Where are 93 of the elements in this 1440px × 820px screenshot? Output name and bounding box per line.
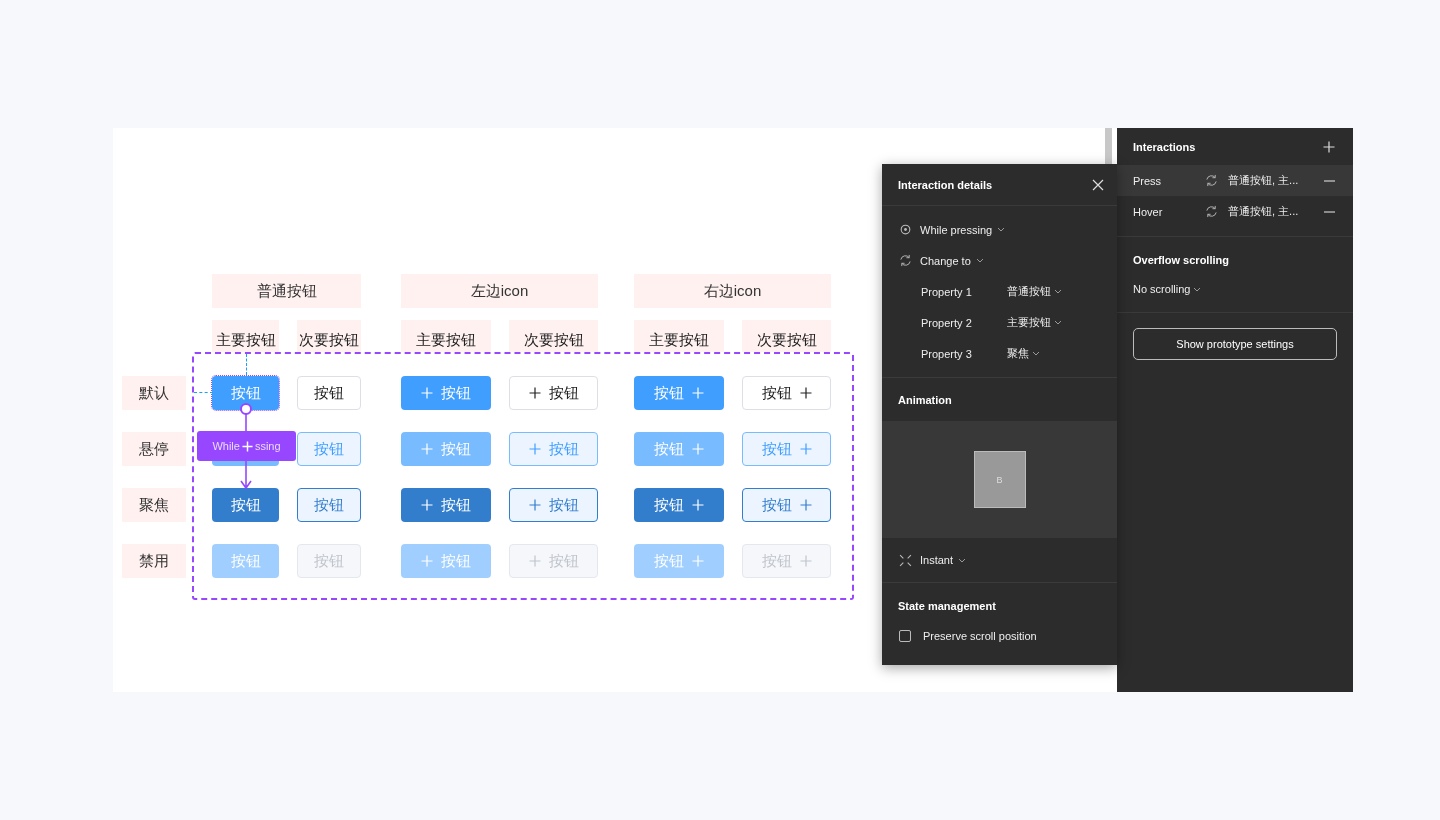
chevron-icon	[958, 557, 967, 563]
preview-frame: B	[973, 451, 1026, 508]
add-icon[interactable]	[1323, 140, 1335, 153]
plus-icon	[241, 440, 253, 452]
sample-button[interactable]: 按钮	[509, 376, 598, 410]
sample-button[interactable]: 按钮	[742, 432, 831, 466]
chevron-icon	[997, 227, 1006, 232]
overflow-dropdown[interactable]: No scrolling	[1133, 283, 1191, 295]
column-header: 次要按钮	[297, 320, 361, 352]
collapse-icon	[899, 553, 912, 567]
column-header: 主要按钮	[212, 320, 279, 352]
plus-icon	[421, 443, 433, 455]
sample-button[interactable]: 按钮	[509, 488, 598, 522]
chevron-icon	[1193, 286, 1202, 292]
section-title: Overflow scrolling	[1133, 254, 1230, 266]
remove-icon[interactable]	[1324, 179, 1335, 182]
sample-button[interactable]: 按钮	[509, 432, 598, 466]
label-text: While	[212, 440, 240, 452]
action-summary: 普通按钮, 主...	[1228, 204, 1300, 219]
row-label: 聚焦	[122, 488, 186, 522]
chevron-icon	[1032, 351, 1040, 356]
column-header: 次要按钮	[742, 320, 831, 352]
sample-button[interactable]: 按钮	[634, 376, 724, 410]
label-text: ssing	[254, 440, 281, 452]
sample-button[interactable]: 按钮	[401, 488, 491, 522]
property-dropdown[interactable]: 普通按钮	[1007, 284, 1051, 299]
swap-icon	[899, 254, 912, 267]
swap-icon	[1205, 205, 1218, 218]
row-label: 默认	[122, 376, 186, 410]
section-title: Animation	[897, 393, 953, 408]
row-label: 悬停	[122, 432, 186, 466]
plus-icon	[528, 499, 541, 511]
chevron-icon	[975, 258, 984, 263]
sample-button[interactable]: 按钮	[742, 376, 831, 410]
chevron-icon	[1054, 289, 1062, 294]
dialog-title: Interaction details	[898, 178, 993, 191]
row-label: 禁用	[122, 544, 186, 578]
property-name: Property 3	[921, 347, 973, 360]
plus-icon	[421, 387, 433, 399]
target-icon	[899, 223, 912, 236]
plus-icon	[528, 387, 541, 399]
property-name: Property 1	[921, 285, 973, 298]
column-header: 次要按钮	[509, 320, 598, 352]
plus-icon	[692, 499, 704, 511]
remove-icon[interactable]	[1324, 210, 1335, 213]
plus-icon	[799, 387, 812, 399]
transition-dropdown[interactable]: Instant	[920, 554, 954, 566]
trigger-tooltip[interactable]: While ssing	[197, 431, 296, 461]
plus-icon	[692, 387, 704, 399]
group-header: 左边icon	[401, 274, 598, 308]
plus-icon	[421, 499, 433, 511]
interaction-row[interactable]: Press 普通按钮, 主...	[1117, 165, 1353, 196]
column-header: 主要按钮	[401, 320, 491, 352]
plus-icon	[692, 443, 704, 455]
plus-icon	[692, 555, 704, 567]
guide-line	[194, 392, 213, 393]
close-icon[interactable]	[1092, 178, 1104, 191]
column-header: 主要按钮	[634, 320, 724, 352]
property-name: Property 2	[921, 316, 973, 329]
checkbox[interactable]	[899, 629, 911, 642]
property-dropdown[interactable]: 主要按钮	[1007, 315, 1051, 330]
chevron-icon	[1054, 320, 1062, 325]
sample-button[interactable]: 按钮	[401, 432, 491, 466]
settings-button[interactable]: Show prototype settings	[1133, 328, 1337, 360]
sample-button[interactable]: 按钮	[212, 488, 279, 522]
sample-button[interactable]: 按钮	[212, 376, 279, 410]
trigger-dropdown[interactable]: While pressing	[920, 223, 993, 236]
plus-icon	[799, 443, 812, 455]
sample-button[interactable]: 按钮	[634, 432, 724, 466]
guide-line	[246, 354, 247, 375]
group-header: 普通按钮	[212, 274, 361, 308]
sample-button[interactable]: 按钮	[297, 432, 361, 466]
swap-icon	[1205, 174, 1218, 187]
sample-button[interactable]: 按钮	[297, 376, 361, 410]
plus-icon	[421, 555, 433, 567]
trigger-name: Press	[1133, 174, 1163, 187]
property-dropdown[interactable]: 聚焦	[1007, 346, 1029, 361]
sample-button[interactable]: 按钮	[297, 488, 361, 522]
panel-title: Interactions	[1133, 140, 1196, 153]
scrollbar[interactable]	[1105, 128, 1112, 165]
sample-button[interactable]: 按钮	[401, 376, 491, 410]
plus-icon	[799, 499, 812, 511]
interaction-row[interactable]: Hover 普通按钮, 主...	[1117, 196, 1353, 227]
plus-icon	[528, 443, 541, 455]
trigger-name: Hover	[1133, 205, 1164, 218]
sample-button[interactable]: 按钮	[634, 488, 724, 522]
action-dropdown[interactable]: Change to	[920, 254, 971, 267]
plus-icon	[528, 555, 541, 567]
plus-icon	[799, 555, 812, 567]
checkbox-label: Preserve scroll position	[923, 629, 1037, 642]
action-summary: 普通按钮, 主...	[1228, 173, 1300, 188]
group-header: 右边icon	[634, 274, 831, 308]
sample-button[interactable]: 按钮	[742, 488, 831, 522]
